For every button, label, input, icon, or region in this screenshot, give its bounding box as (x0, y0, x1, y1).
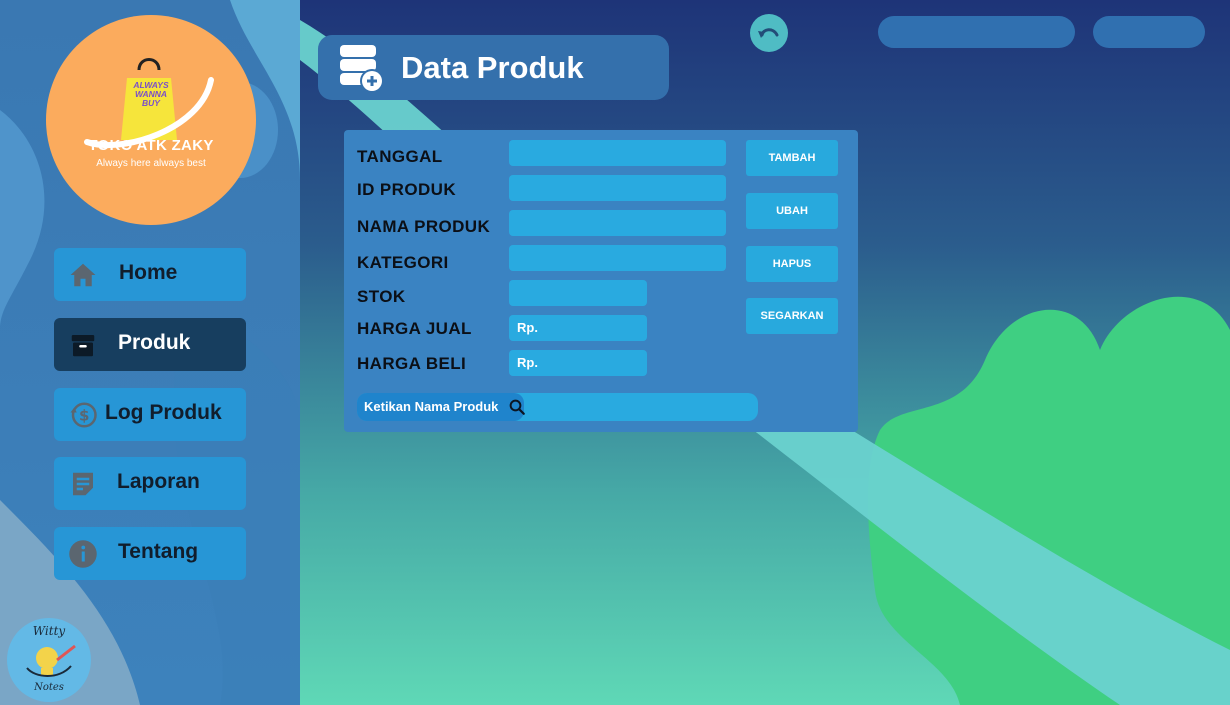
sidebar-item-tentang[interactable]: Tentang (54, 527, 246, 580)
label-nama-produk: NAMA PRODUK (357, 217, 491, 236)
label-harga-beli: HARGA BELI (357, 354, 467, 373)
page-title: Data Produk (401, 50, 584, 85)
info-icon (69, 540, 97, 568)
sidebar-item-label: Produk (118, 331, 191, 354)
sidebar-item-label: Laporan (117, 470, 200, 493)
lightbulb-hand-icon: Witty Notes (26, 624, 76, 693)
store-logo: ALWAYS WANNA BUY TOKO ATK ZAKY Always he… (46, 15, 256, 225)
label-stok: STOK (357, 287, 406, 306)
report-note-icon (73, 472, 93, 496)
delete-button[interactable]: HAPUS (746, 246, 838, 282)
svg-text:$: $ (79, 407, 89, 425)
sidebar-item-produk[interactable]: Produk (54, 318, 246, 371)
money-history-icon: $ (70, 402, 97, 428)
sidebar-item-label: Home (119, 261, 178, 284)
sidebar-item-laporan[interactable]: Laporan (54, 457, 246, 510)
sidebar-item-label: Tentang (118, 540, 199, 563)
database-add-icon (340, 45, 384, 93)
label-harga-jual: HARGA JUAL (357, 319, 472, 338)
undo-button[interactable] (750, 14, 788, 52)
add-button[interactable]: TAMBAH (746, 140, 838, 176)
harga-jual-field[interactable]: Rp. (509, 315, 647, 341)
witty-subtitle: Notes (33, 682, 64, 693)
stok-field[interactable] (509, 280, 647, 306)
product-search-input[interactable]: Ketikan Nama Produk (357, 393, 758, 421)
product-form-panel: TANGGAL ID PRODUK NAMA PRODUK KATEGORI S… (344, 130, 858, 432)
edit-button[interactable]: UBAH (746, 193, 838, 229)
tanggal-field[interactable] (509, 140, 726, 166)
id-produk-field[interactable] (509, 175, 726, 201)
logo-bag-text: ALWAYS WANNA BUY (133, 80, 169, 108)
witty-notes-logo: Witty Notes (7, 618, 91, 702)
witty-title: Witty (33, 624, 66, 638)
page-header: Data Produk (318, 35, 669, 100)
store-tagline: Always here always best (96, 158, 206, 169)
label-kategori: KATEGORI (357, 253, 449, 272)
archive-box-icon (71, 335, 95, 357)
search-label: Ketikan Nama Produk (357, 393, 525, 421)
sidebar-item-label: Log Produk (105, 401, 222, 424)
harga-beli-field[interactable]: Rp. (509, 350, 647, 376)
label-tanggal: TANGGAL (357, 147, 443, 166)
home-icon (70, 263, 96, 287)
search-icon[interactable] (508, 398, 526, 416)
top-search-field[interactable] (878, 16, 1075, 48)
label-id-produk: ID PRODUK (357, 180, 456, 199)
top-action-button[interactable] (1093, 16, 1205, 48)
kategori-field[interactable] (509, 245, 726, 271)
sidebar-item-home[interactable]: Home (54, 248, 246, 301)
refresh-button[interactable]: SEGARKAN (746, 298, 838, 334)
undo-icon (758, 28, 779, 38)
nama-produk-field[interactable] (509, 210, 726, 236)
sidebar-item-log-produk[interactable]: $ Log Produk (54, 388, 246, 441)
store-name: TOKO ATK ZAKY (88, 137, 214, 154)
